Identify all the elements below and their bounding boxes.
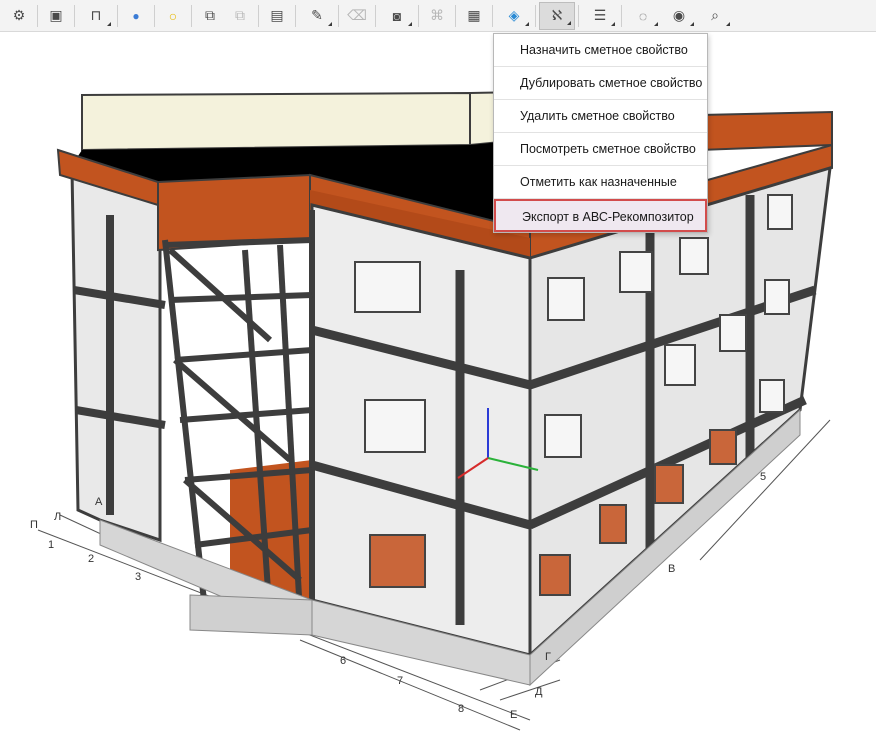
menu-item-assign-property[interactable]: Назначить сметное свойство (494, 34, 707, 67)
toolbar-separator (295, 4, 296, 27)
toolbar-separator (535, 4, 536, 27)
trash-icon[interactable]: ⌫ (342, 2, 372, 30)
axis-label-let-1: Л (54, 511, 61, 523)
toolbar-separator (418, 4, 419, 27)
building-3d-model[interactable]: 1 2 3 5 6 7 8 П Л В Г Д Е А (0, 33, 876, 751)
measure-ruler-icon[interactable]: ✎ (299, 2, 335, 30)
menu-item-delete-property[interactable]: Удалить сметное свойство (494, 100, 707, 133)
estimate-property-menu: Назначить сметное свойство Дублировать с… (493, 33, 708, 233)
axis-label-num-6: 8 (458, 703, 464, 715)
estimate-property-icon[interactable]: ℵ (539, 1, 575, 30)
axis-label-let-3: Г (545, 651, 551, 663)
axis-label-num-1: 2 (88, 553, 94, 565)
zoom-icon[interactable]: ⌕ (697, 2, 733, 30)
axis-label-num-2: 3 (135, 571, 141, 583)
yellow-dot-icon[interactable]: ○ (158, 2, 188, 30)
camera-icon[interactable]: ◙ (379, 2, 415, 30)
axis-label-let-4: Д (535, 686, 543, 698)
fit-frame-icon[interactable]: ▣ (41, 2, 71, 30)
toolbar-separator (492, 4, 493, 27)
toolbar-separator (258, 4, 259, 27)
toolbar-separator (578, 4, 579, 27)
hide-icon[interactable]: ◌ (625, 2, 661, 30)
toolbar-separator (154, 4, 155, 27)
axis-label-let-6: А (95, 496, 103, 508)
gear-icon[interactable]: ⚙ (4, 2, 34, 30)
toolbar-separator (375, 4, 376, 27)
report-icon[interactable]: ▦ (459, 2, 489, 30)
axis-label-let-2: В (668, 563, 675, 575)
toolbar-separator (455, 4, 456, 27)
toolbar-separator (621, 4, 622, 27)
axis-label-let-0: П (30, 519, 38, 531)
blue-dot-icon[interactable]: ● (121, 2, 151, 30)
stair-foundation (189, 594, 313, 636)
menu-item-duplicate-property[interactable]: Дублировать сметное свойство (494, 67, 707, 100)
axis-label-num-0: 1 (48, 539, 54, 551)
eye-icon[interactable]: ◉ (661, 2, 697, 30)
toolbar-separator (37, 4, 38, 27)
toolbar-separator (191, 4, 192, 27)
toolbar-separator (74, 4, 75, 27)
section-view-icon[interactable]: ⊓ (78, 2, 114, 30)
axis-label-num-3: 5 (760, 471, 766, 483)
clip-icon[interactable]: ⌘ (422, 2, 452, 30)
main-toolbar: ⚙ ▣ ⊓ ● ○ ⧉ ⧉ ▤ ✎ ⌫ ◙ ⌘ ▦ ◈ ℵ ☰ ◌ ◉ ⌕ (0, 0, 876, 32)
menu-item-mark-assigned[interactable]: Отметить как назначенные (494, 166, 707, 199)
right-parapet (699, 110, 833, 152)
toolbar-separator (117, 4, 118, 27)
3d-viewport[interactable]: 1 2 3 5 6 7 8 П Л В Г Д Е А (0, 33, 876, 751)
menu-item-export-abc[interactable]: Экспорт в АВС-Рекомпозитор (494, 199, 707, 232)
back-parapet-wall (81, 91, 471, 152)
export-model-icon[interactable]: ◈ (496, 2, 532, 30)
menu-item-view-property[interactable]: Посмотреть сметное свойство (494, 133, 707, 166)
select-object-icon[interactable]: ⧉ (195, 2, 225, 30)
calc-icon[interactable]: ▤ (262, 2, 292, 30)
axis-label-let-5: Е (510, 709, 517, 721)
axis-label-num-4: 6 (340, 655, 346, 667)
axis-label-num-5: 7 (397, 675, 403, 687)
toolbar-separator (338, 4, 339, 27)
left-wall (70, 168, 162, 543)
list-icon[interactable]: ☰ (582, 2, 618, 30)
deselect-object-icon[interactable]: ⧉ (225, 2, 255, 30)
